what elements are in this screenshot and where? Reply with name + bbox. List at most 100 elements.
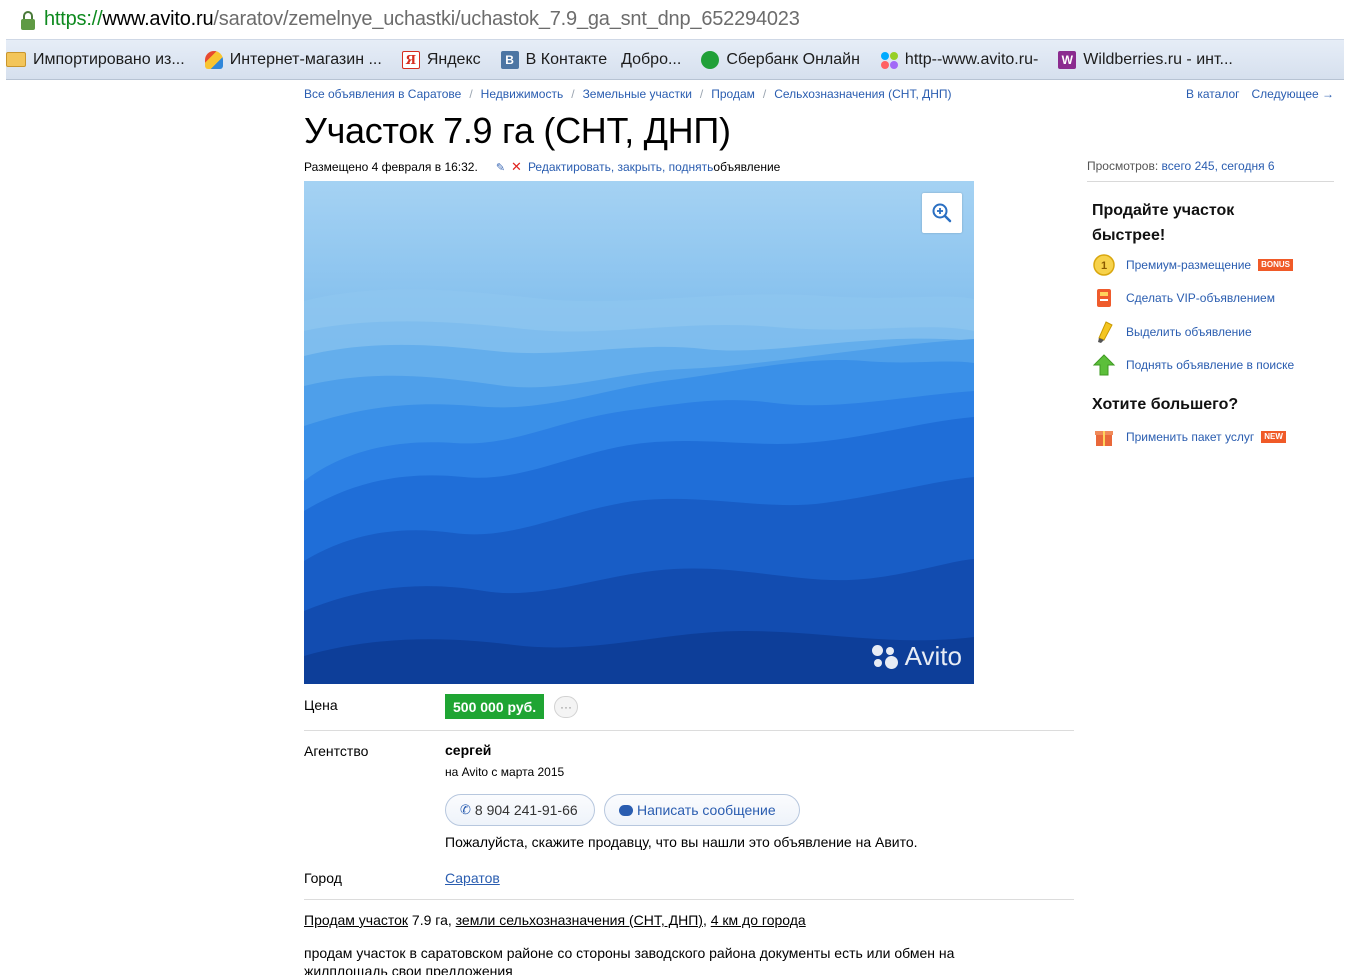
promo-vip-label: Сделать VIP-объявлением (1126, 291, 1275, 305)
page-title: Участок 7.9 га (СНТ, ДНП) (304, 110, 731, 151)
price-badge: 500 000 руб. (445, 694, 545, 719)
listing-meta: Размещено 4 февраля в 16:32. ✎ ✕ Редакти… (304, 159, 780, 175)
breadcrumb-sell[interactable]: Продам (711, 87, 755, 101)
promo-highlight-label: Выделить объявление (1126, 325, 1252, 339)
summary-category-link[interactable]: земли сельхозназначения (СНТ, ДНП) (456, 912, 703, 928)
summary-separator: , (702, 912, 711, 928)
new-badge: NEW (1261, 431, 1286, 443)
url-scheme: https:// (44, 8, 103, 30)
bookmark-wildberries[interactable]: W Wildberries.ru - инт... (1058, 50, 1233, 69)
bookmark-yandex[interactable]: Я Яндекс (401, 50, 481, 69)
promo-title: Продайте участок быстрее! (1092, 202, 1235, 244)
watermark-text: Avito (904, 641, 962, 671)
vip-icon (1092, 286, 1116, 310)
promo-premium-label: Премиум-размещение (1126, 258, 1252, 272)
folder-icon (6, 52, 26, 67)
posted-date: Размещено 4 февраля в 16:32. (304, 160, 478, 174)
write-message-button[interactable]: Написать сообщение (604, 794, 800, 826)
price-more-button[interactable]: ··· (554, 696, 578, 718)
listing-description: продам участок в саратовском районе со с… (304, 945, 955, 975)
chat-bubble-icon (619, 804, 633, 816)
promo-more-title: Хотите большего? (1092, 396, 1239, 413)
sberbank-icon (701, 50, 720, 69)
edit-suffix: объявление (713, 160, 781, 174)
lock-icon (20, 10, 36, 30)
zoom-in-icon (932, 203, 952, 223)
bonus-badge: BONUS (1258, 259, 1293, 271)
agency-label: Агентство (304, 743, 369, 759)
contact-hint: Пожалуйста, скажите продавцу, что вы наш… (445, 834, 918, 850)
listing-photo[interactable]: Avito (304, 181, 974, 684)
url-path: /saratov/zemelnye_uchastki/uchastok_7.9_… (213, 8, 800, 30)
address-bar[interactable]: https://www.avito.ru/saratov/zemelnye_uc… (6, 0, 1344, 40)
bookmark-label: Сбербанк Онлайн (726, 50, 860, 68)
promo-raise-label: Поднять объявление в поиске (1126, 358, 1295, 372)
seller-since: на Avito с марта 2015 (445, 765, 565, 779)
bookmark-label: Импортировано из... (33, 50, 185, 68)
next-listing-link[interactable]: Следующее → (1252, 87, 1335, 101)
wildberries-icon: W (1058, 50, 1077, 69)
raise-icon (1092, 353, 1116, 377)
breadcrumb-agricultural[interactable]: Сельхозназначения (СНТ, ДНП) (774, 87, 951, 101)
divider (1087, 181, 1334, 182)
summary-type-link[interactable]: Продам участок (304, 912, 408, 928)
edit-close-raise-links[interactable]: Редактировать, закрыть, поднять (528, 160, 713, 174)
breadcrumb: Все объявления в Саратове / Недвижимость / З… (304, 87, 952, 101)
catalog-link[interactable]: В каталог (1186, 87, 1239, 101)
svg-text:1: 1 (1101, 260, 1107, 272)
shop-icon (204, 50, 223, 69)
highlight-icon (1092, 320, 1116, 344)
divider (304, 730, 1074, 731)
yandex-icon: Я (401, 50, 420, 69)
bookmark-label: Яндекс (426, 50, 481, 68)
avito-watermark: Avito (871, 641, 962, 672)
summary-area: 7.9 га, (408, 912, 456, 928)
city-link[interactable]: Саратов (445, 870, 500, 886)
bookmarks-bar: Импортировано из... Интернет-магазин ...… (6, 40, 1344, 80)
url-host: www.avito.ru (102, 8, 214, 30)
breadcrumb-land-plots[interactable]: Земельные участки (583, 87, 692, 101)
url-text[interactable]: https://www.avito.ru/saratov/zemelnye_uc… (44, 8, 800, 31)
avito-logo-icon (871, 642, 901, 672)
listing-summary: Продам участок 7.9 га, земли сельхозназн… (304, 912, 806, 928)
package-icon (1092, 425, 1116, 449)
avito-icon (880, 51, 898, 69)
bookmark-dobro[interactable]: Добро... (621, 51, 681, 69)
promo-raise[interactable]: Поднять объявление в поиске (1092, 353, 1294, 377)
pencil-icon: ✎ (495, 161, 506, 174)
views-label: Просмотров: (1087, 159, 1162, 173)
phone-icon: ✆ (460, 802, 471, 817)
close-icon: ✕ (511, 159, 522, 174)
seller-name[interactable]: сергей (445, 742, 491, 758)
divider (304, 899, 1074, 900)
breadcrumb-real-estate[interactable]: Недвижимость (481, 87, 564, 101)
view-counter: Просмотров: всего 245, сегодня 6 (1087, 159, 1275, 173)
bookmark-avito[interactable]: http--www.avito.ru- (880, 51, 1038, 69)
vk-icon: В (500, 50, 519, 69)
promo-vip[interactable]: Сделать VIP-объявлением (1092, 286, 1275, 310)
bookmark-imported[interactable]: Импортировано из... (6, 51, 185, 69)
bookmark-label: В Контакте (525, 50, 608, 68)
promo-premium[interactable]: 1 Премиум-размещение BONUS (1092, 253, 1293, 277)
price-label: Цена (304, 697, 338, 713)
show-phone-button[interactable]: ✆ 8 904 241-91-66 (445, 794, 595, 826)
bookmark-label: Интернет-магазин ... (229, 50, 382, 68)
city-label: Город (304, 870, 342, 886)
breadcrumb-all-listings[interactable]: Все объявления в Саратове (304, 87, 461, 101)
bookmark-label: Wildberries.ru - инт... (1083, 50, 1233, 68)
zoom-button[interactable] (922, 193, 962, 233)
promo-package-label: Применить пакет услуг (1126, 430, 1255, 444)
bookmark-sberbank[interactable]: Сбербанк Онлайн (701, 50, 860, 69)
listing-nav: В каталог Следующее → (1174, 87, 1334, 101)
bookmark-vkontakte[interactable]: В В Контакте (500, 50, 608, 69)
promo-highlight[interactable]: Выделить объявление (1092, 320, 1252, 344)
views-stats-link[interactable]: всего 245, сегодня 6 (1162, 159, 1275, 173)
mountain-landscape-image (304, 181, 974, 684)
summary-distance-link[interactable]: 4 км до города (711, 912, 806, 928)
write-message-label: Написать сообщение (637, 802, 776, 818)
bookmark-label: Добро... (621, 50, 682, 68)
premium-icon: 1 (1092, 253, 1116, 277)
promo-package[interactable]: Применить пакет услуг NEW (1092, 425, 1286, 449)
phone-number: 8 904 241-91-66 (474, 802, 578, 818)
bookmark-internet-shop[interactable]: Интернет-магазин ... (204, 50, 382, 69)
